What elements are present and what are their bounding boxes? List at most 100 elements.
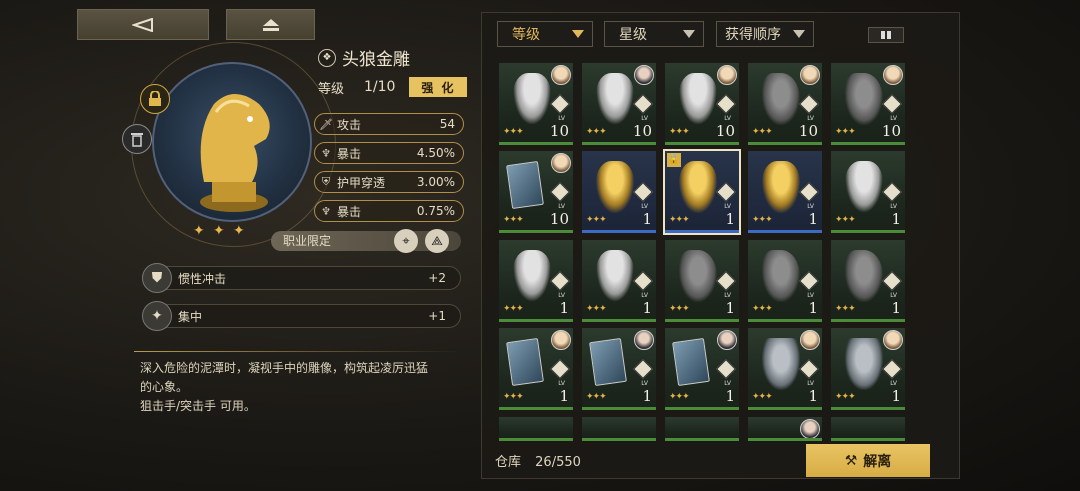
order-filter-dropdown[interactable]: 获得顺序 — [716, 21, 814, 47]
trash-icon — [131, 133, 143, 147]
skill-row[interactable]: ✦ 集中 +1 — [142, 301, 461, 331]
chevron-down-icon — [572, 30, 584, 38]
home-button[interactable] — [226, 9, 315, 40]
inventory-card[interactable]: ✦✦✦ LV 1 — [665, 328, 739, 410]
level-tag: LV — [724, 380, 731, 387]
star-filter-dropdown[interactable]: 星级 — [604, 21, 704, 47]
card-level: 1 — [808, 387, 818, 405]
class-badge-icon — [633, 94, 653, 114]
dropdown-label: 星级 — [619, 27, 647, 43]
item-figure-icon — [513, 73, 551, 125]
class-badge-icon — [799, 94, 819, 114]
inventory-card[interactable]: 🔒 ✦✦✦ LV 1 — [663, 149, 741, 235]
inventory-card[interactable]: ✦✦✦ LV 1 — [499, 240, 573, 322]
crit-icon: ♆ — [321, 146, 331, 160]
skill-row[interactable]: ⛊ 惯性冲击 +2 — [142, 263, 461, 293]
item-figure-icon — [513, 250, 551, 302]
skill-name: 惯性冲击 — [178, 271, 227, 286]
stat-name: 攻击 — [337, 117, 362, 132]
level-tag: LV — [641, 380, 648, 387]
class-badge-icon — [716, 182, 736, 202]
enhance-button[interactable]: 强 化 — [409, 77, 468, 97]
storage-count: 26/550 — [535, 455, 581, 470]
inventory-card[interactable]: ✦✦✦ LV 10 — [665, 63, 739, 145]
inventory-card[interactable]: ✦✦✦ LV 1 — [831, 151, 905, 233]
class-badge-icon — [550, 359, 570, 379]
class-badge-icon — [716, 271, 736, 291]
inventory-card[interactable] — [665, 417, 739, 441]
dismantle-button[interactable]: ⚒ 解离 — [806, 444, 930, 477]
class-badge-icon — [550, 182, 570, 202]
level-tag: LV — [641, 292, 648, 299]
level-filter-dropdown[interactable]: 等级 — [497, 21, 593, 47]
inventory-card[interactable]: ✦✦✦ LV 1 — [582, 151, 656, 233]
star-rating: ✦✦✦ — [835, 304, 856, 314]
assault-class-icon[interactable]: ⟁ — [425, 229, 449, 253]
inventory-card[interactable]: ✦✦✦ LV 10 — [582, 63, 656, 145]
description-line: 的心象。 — [140, 380, 189, 394]
star-rating: ✦✦✦ — [752, 304, 773, 314]
inventory-card[interactable]: ✦✦✦ LV 1 — [582, 240, 656, 322]
star-rating: ✦✦✦ — [586, 392, 607, 402]
level-tag: LV — [890, 292, 897, 299]
inventory-card[interactable]: ✦✦✦ LV 10 — [831, 63, 905, 145]
inventory-card[interactable] — [748, 417, 822, 441]
item-figure-icon — [845, 338, 883, 390]
storage-label: 仓库 — [495, 455, 522, 470]
inventory-card[interactable]: ✦✦✦ LV 10 — [499, 63, 573, 145]
dismantle-icon: ⚒ — [844, 452, 858, 469]
star-rating: ✦✦✦ — [503, 127, 524, 137]
lock-icon — [149, 91, 161, 106]
inventory-card[interactable]: ✦✦✦ LV 10 — [499, 151, 573, 233]
character-avatar — [634, 65, 654, 85]
stat-name: 暴击 — [337, 204, 362, 219]
stat-value: 0.75% — [416, 204, 455, 218]
inventory-card[interactable]: ✦✦✦ LV 1 — [665, 240, 739, 322]
class-badge-icon — [716, 94, 736, 114]
skill-value: +2 — [428, 271, 446, 285]
character-avatar — [551, 153, 571, 173]
chevron-down-icon — [683, 30, 695, 38]
item-figure-icon — [845, 161, 883, 213]
inventory-card[interactable]: ✦✦✦ LV 10 — [748, 63, 822, 145]
dismantle-label: 解离 — [863, 453, 892, 470]
inventory-card[interactable] — [831, 417, 905, 441]
inventory-card[interactable]: ✦✦✦ LV 1 — [831, 328, 905, 410]
class-badge-icon — [882, 182, 902, 202]
level-label: 等级 — [318, 81, 345, 97]
level-tag: LV — [724, 203, 731, 210]
character-avatar — [551, 330, 571, 350]
stat-name: 暴击 — [337, 146, 362, 161]
grid-view-button[interactable] — [868, 27, 904, 43]
description-divider — [134, 351, 462, 352]
inventory-card[interactable]: ✦✦✦ LV 1 — [831, 240, 905, 322]
back-button[interactable] — [77, 9, 209, 40]
back-arrow-icon — [132, 17, 153, 32]
star-rating: ✦✦✦ — [503, 392, 524, 402]
skill-value: +1 — [428, 309, 446, 323]
class-badge-icon — [633, 359, 653, 379]
delete-button[interactable] — [122, 124, 152, 154]
card-level: 1 — [559, 387, 569, 405]
class-badge-icon — [716, 359, 736, 379]
character-avatar — [551, 65, 571, 85]
inventory-card[interactable]: ✦✦✦ LV 1 — [499, 328, 573, 410]
inventory-card[interactable]: ✦✦✦ LV 1 — [748, 328, 822, 410]
item-title: ❖ 头狼金雕 — [318, 45, 410, 70]
stat-value: 3.00% — [416, 175, 455, 189]
sniper-class-icon[interactable]: ⌖ — [394, 229, 418, 253]
level-tag: LV — [807, 115, 814, 122]
class-badge-icon — [799, 182, 819, 202]
card-level: 10 — [549, 122, 569, 140]
star-rating: ✦✦✦ — [503, 304, 524, 314]
star-rating: ✦✦✦ — [669, 304, 690, 314]
level-tag: LV — [724, 292, 731, 299]
inventory-card[interactable]: ✦✦✦ LV 1 — [748, 240, 822, 322]
card-level: 1 — [642, 299, 652, 317]
stat-value: 54 — [439, 117, 455, 131]
inventory-card[interactable] — [499, 417, 573, 441]
inventory-card[interactable]: ✦✦✦ LV 1 — [582, 328, 656, 410]
inventory-card[interactable]: ✦✦✦ LV 1 — [748, 151, 822, 233]
inventory-card[interactable] — [582, 417, 656, 441]
lock-button[interactable] — [140, 84, 170, 114]
